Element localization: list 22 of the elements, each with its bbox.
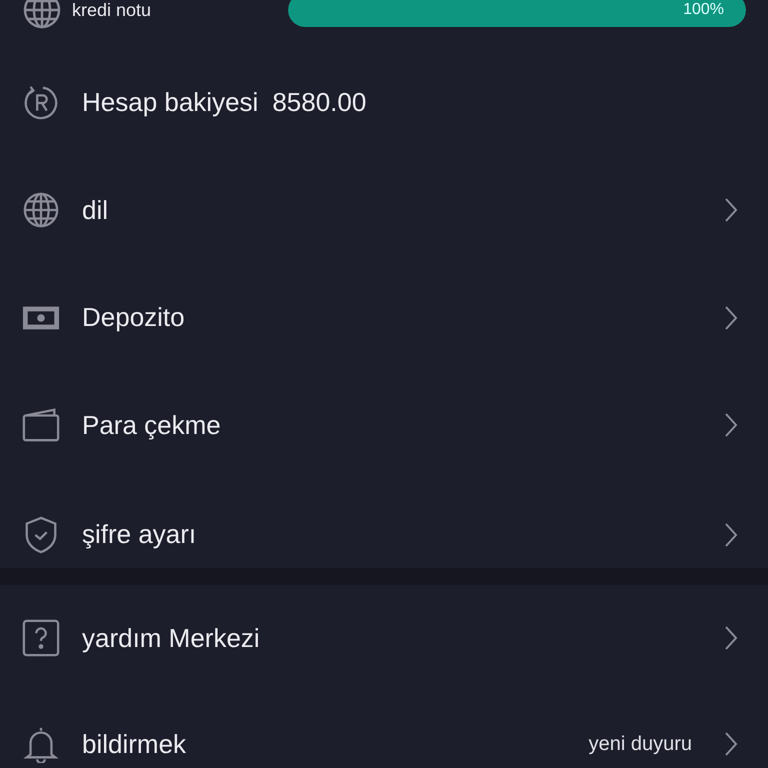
chevron-icon [724,522,738,548]
bell-icon [22,725,60,763]
chevron-icon [724,625,738,651]
menu-item[interactable]: Depozito [0,264,768,372]
balance-text: Hesap bakiyesi 8580.00 [82,87,368,118]
menu-item[interactable]: şifre ayarı [0,479,768,568]
globe-icon [22,0,62,30]
menu-item[interactable]: dil [0,156,768,264]
chevron-icon [724,197,738,224]
chevron-icon [724,731,738,757]
credit-percent: 100% [683,1,725,19]
chevron-icon [724,412,738,438]
refresh-r-icon [22,84,60,122]
globe-icon [22,191,60,230]
menu-item[interactable]: bildirmek yeni duyuru [0,691,768,768]
credit-label: kredi notu [72,0,152,20]
note-text: yeni duyuru [588,732,692,756]
chevron-icon [724,304,738,331]
help-icon [22,619,60,657]
menu-item[interactable]: Para çekme [0,372,768,479]
wallet-icon [22,406,60,444]
menu-item[interactable]: yardım Merkezi [0,585,768,691]
